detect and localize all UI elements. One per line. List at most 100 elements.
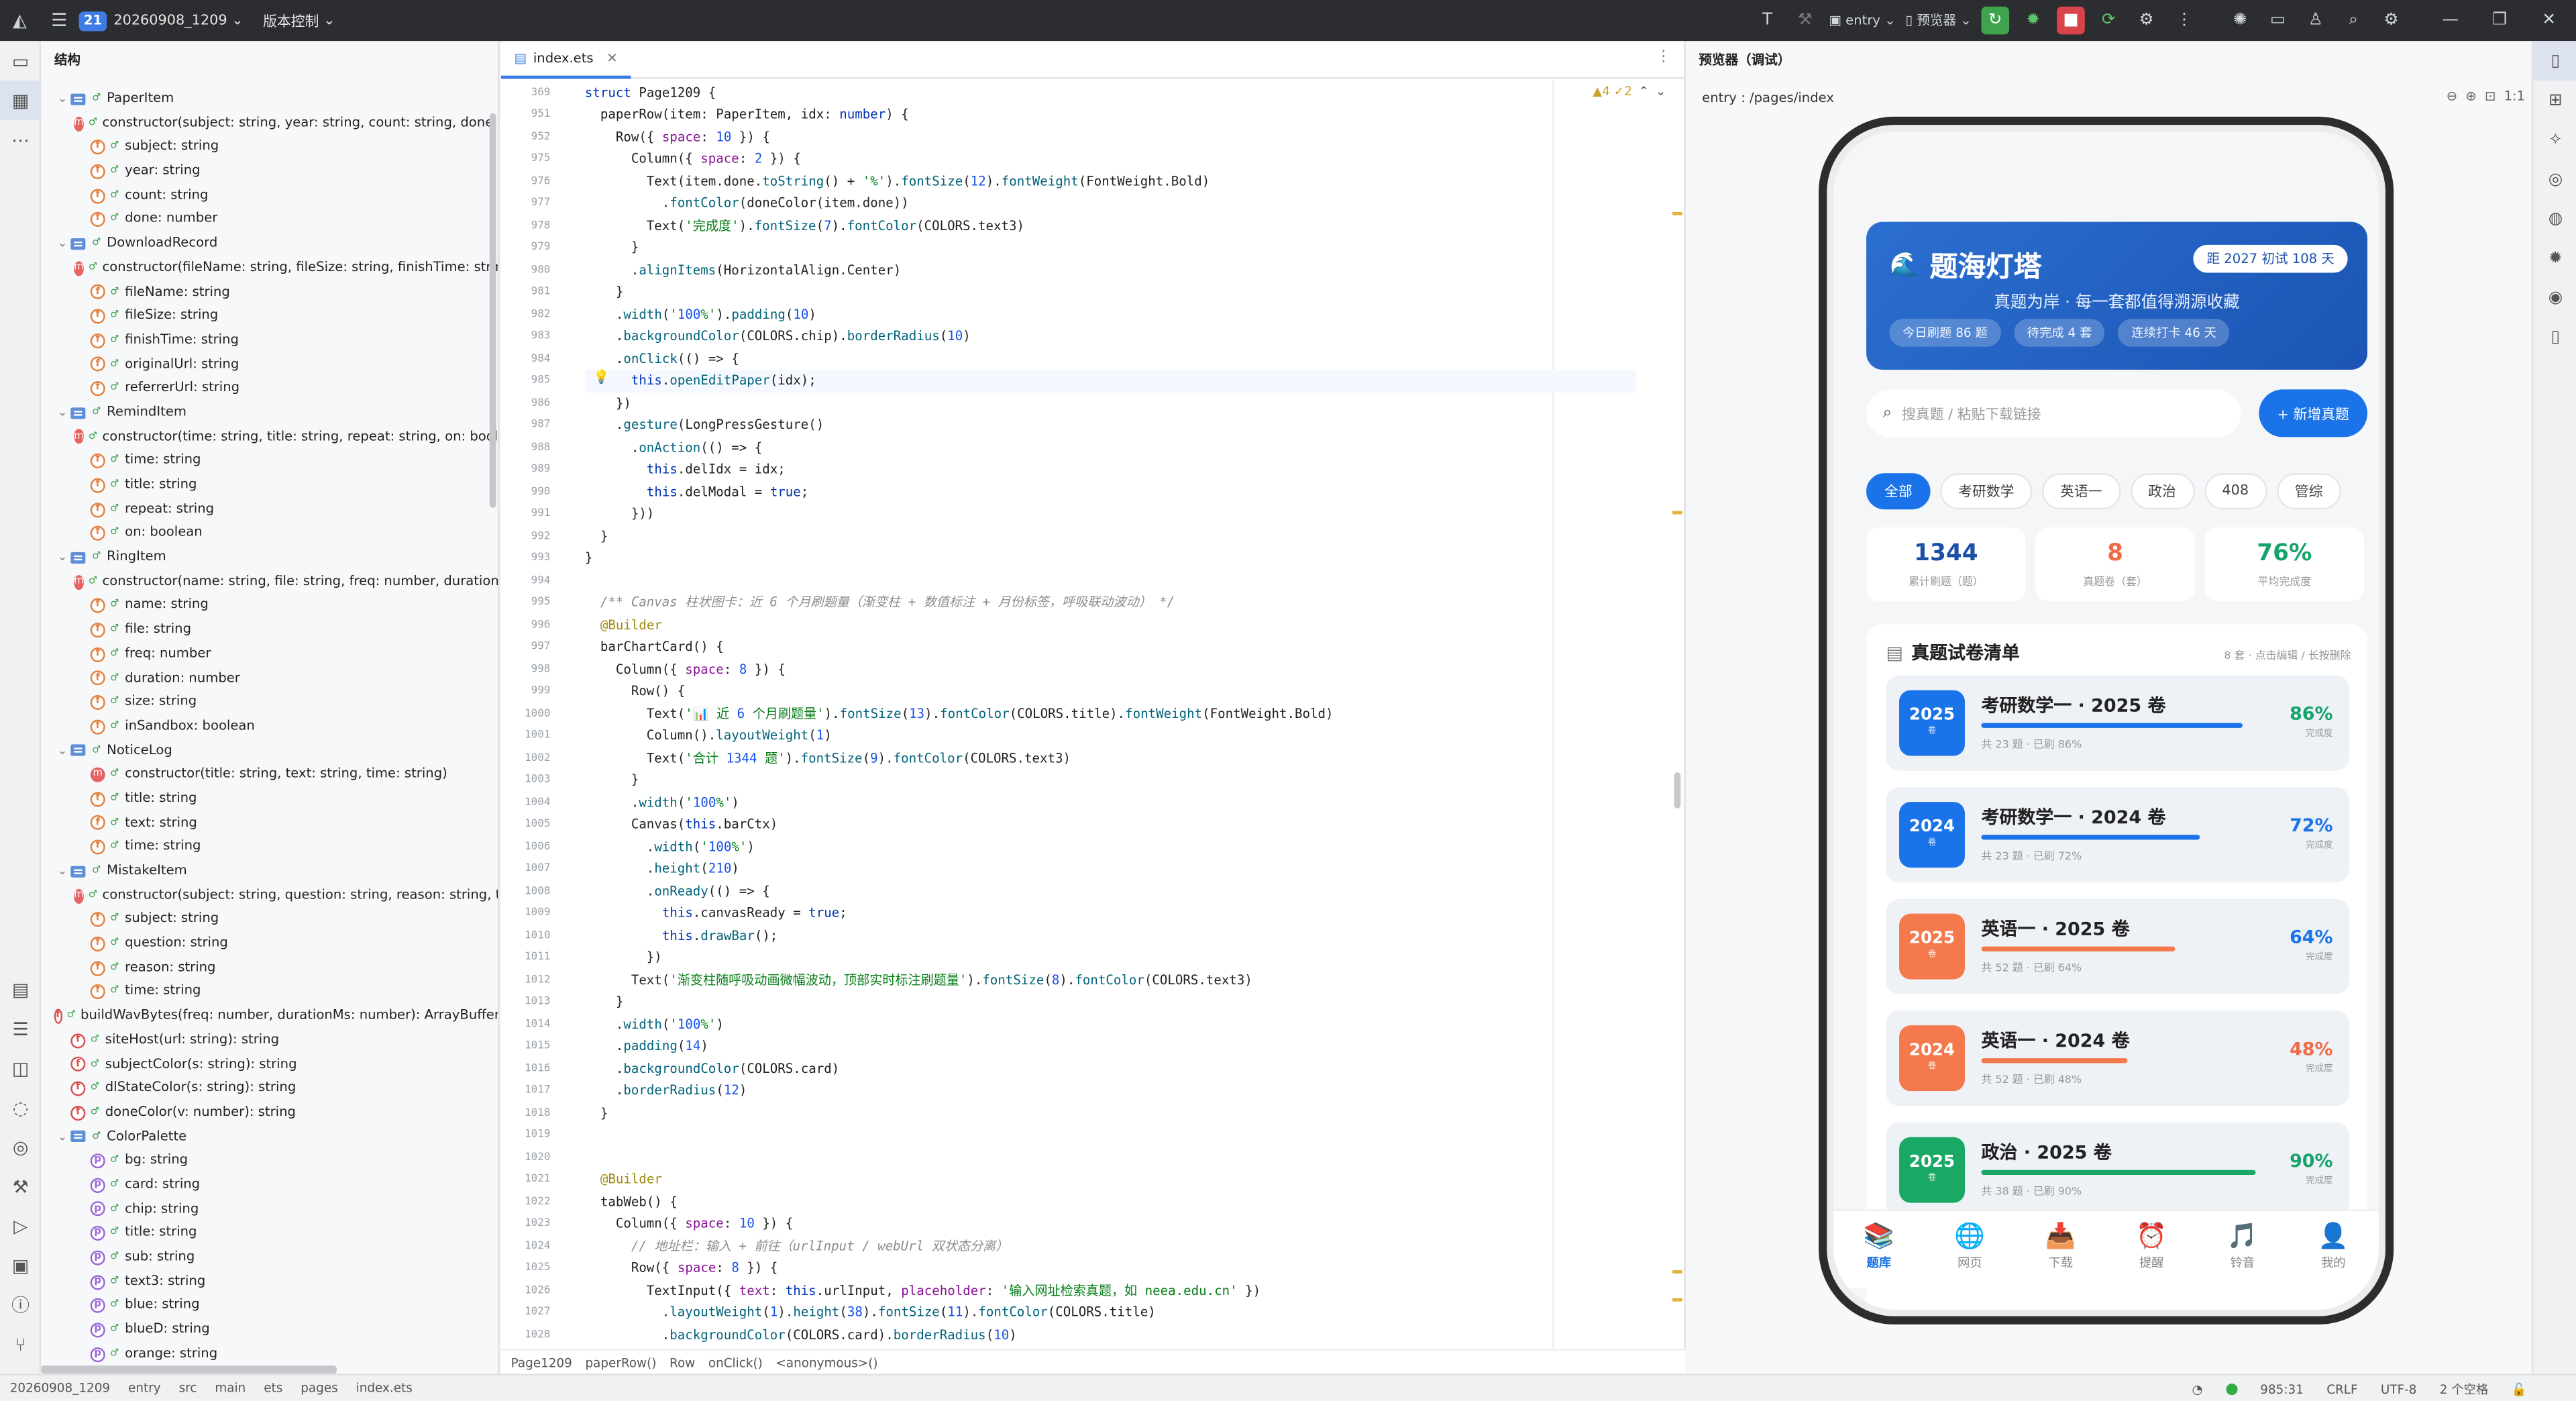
marker[interactable] bbox=[1672, 511, 1682, 514]
breadcrumb-item[interactable]: <anonymous>() bbox=[775, 1355, 877, 1369]
tree-row[interactable]: f ♂ inSandbox: boolean bbox=[41, 715, 498, 739]
phone-icon[interactable]: ▯ bbox=[2533, 317, 2576, 357]
paper-row[interactable]: 2025 卷考研数学一 · 2025 卷共 23 题 · 已刷 86% 86% 完成度 bbox=[1886, 675, 2350, 771]
intention-bulb-icon[interactable]: 💡 bbox=[593, 370, 609, 384]
tab-4[interactable]: 🎵 铃音 bbox=[2206, 1211, 2279, 1288]
code-line[interactable]: } bbox=[585, 237, 1636, 259]
tree-row[interactable]: m ♂ constructor(name: string, file: string… bbox=[41, 570, 498, 594]
tree-row[interactable]: p ♂ bg: string bbox=[41, 1149, 498, 1173]
tree-row[interactable]: f ♂ question: string bbox=[41, 932, 498, 956]
code-line[interactable]: .borderRadius(12) bbox=[585, 1080, 1636, 1102]
tree-row[interactable]: f ♂ title: string bbox=[41, 787, 498, 811]
code-line[interactable]: Column({ space: 10 }) { bbox=[585, 1212, 1636, 1235]
tree-row[interactable]: f ♂ count: string bbox=[41, 184, 498, 208]
code-line[interactable]: // 地址栏：输入 + 前往（urlInput / webUrl 双状态分离） bbox=[585, 1235, 1636, 1257]
tree-row[interactable]: ⌄ ♂ NoticeLog bbox=[41, 739, 498, 763]
code-line[interactable]: .height(210) bbox=[585, 858, 1636, 880]
editor-scrollbar[interactable] bbox=[1674, 772, 1681, 809]
plugin-icon[interactable]: ✺ bbox=[2226, 7, 2254, 35]
search-icon[interactable]: ⌕ bbox=[2339, 7, 2367, 35]
tree-row[interactable]: m ♂ constructor(subject: string, year: str… bbox=[41, 111, 498, 136]
more-tools-icon[interactable]: ⋯ bbox=[0, 120, 41, 160]
tree-row[interactable]: f ♂ title: string bbox=[41, 473, 498, 497]
paper-row[interactable]: 2024 卷考研数学一 · 2024 卷共 23 题 · 已刷 72% 72% 完成度 bbox=[1886, 787, 2350, 883]
tree-row[interactable]: f ♂ finishTime: string bbox=[41, 328, 498, 352]
run-button[interactable]: ↻ bbox=[1981, 6, 2010, 35]
code-line[interactable]: } bbox=[585, 769, 1636, 791]
code-line[interactable]: .padding(14) bbox=[585, 1035, 1636, 1057]
code-line[interactable]: .fontColor(doneColor(item.done)) bbox=[585, 193, 1636, 215]
stop-button[interactable]: ■ bbox=[2057, 6, 2085, 35]
breadcrumb-item[interactable]: paperRow() bbox=[585, 1355, 656, 1369]
breadcrumb-item[interactable]: onClick() bbox=[708, 1355, 763, 1369]
code-line[interactable]: Row({ space: 10 }) { bbox=[585, 125, 1636, 148]
tree-row[interactable]: f ♂ dlStateColor(s: string): string bbox=[41, 1077, 498, 1101]
tree-row[interactable]: ⌄ ♂ RemindItem bbox=[41, 401, 498, 425]
previewer-toggle-icon[interactable]: ▯ bbox=[2533, 41, 2576, 81]
magic-icon[interactable]: ✧ bbox=[2533, 120, 2576, 160]
code-line[interactable]: tabWeb() { bbox=[585, 1190, 1636, 1212]
code-line[interactable]: struct Page1209 { bbox=[585, 81, 1636, 103]
code-line[interactable]: .width('100%') bbox=[585, 791, 1636, 813]
file-encoding[interactable]: UTF-8 bbox=[2381, 1381, 2417, 1396]
restore-button[interactable]: ❐ bbox=[2485, 7, 2514, 35]
more-icon[interactable]: ⋮ bbox=[2170, 7, 2198, 35]
tree-row[interactable]: f ♂ siteHost(url: string): string bbox=[41, 1029, 498, 1053]
code-line[interactable]: barChartCard() { bbox=[585, 636, 1636, 658]
code-line[interactable]: .width('100%') bbox=[585, 1013, 1636, 1035]
expand-arrow-icon[interactable]: ⌄ bbox=[54, 401, 70, 425]
search-input[interactable]: ⌕ 搜真题 / 粘贴下载链接 bbox=[1866, 389, 2241, 437]
tree-row[interactable]: f ♂ on: boolean bbox=[41, 521, 498, 546]
code-line[interactable]: } bbox=[585, 991, 1636, 1013]
code-line[interactable]: Row({ space: 8 }) { bbox=[585, 1257, 1636, 1279]
path-crumb[interactable]: index.ets bbox=[356, 1380, 413, 1395]
signal-icon[interactable]: ◌ bbox=[0, 1088, 41, 1127]
code-line[interactable]: })) bbox=[585, 503, 1636, 525]
tree-row[interactable]: p ♂ chip: string bbox=[41, 1197, 498, 1221]
tree-row[interactable]: m ♂ constructor(title: string, text: strin… bbox=[41, 763, 498, 787]
line-separator[interactable]: CRLF bbox=[2326, 1381, 2357, 1396]
code-line[interactable]: Column({ space: 8 }) { bbox=[585, 658, 1636, 680]
structure-hscrollbar[interactable] bbox=[41, 1365, 337, 1374]
expand-arrow-icon[interactable]: ⌄ bbox=[54, 1125, 70, 1149]
tree-row[interactable]: p ♂ orange: string bbox=[41, 1342, 498, 1366]
tab-0[interactable]: 📚 题库 bbox=[1843, 1211, 1915, 1288]
path-crumb[interactable]: src bbox=[179, 1380, 197, 1395]
code-line[interactable]: .backgroundColor(COLORS.card).borderRadi… bbox=[585, 1324, 1636, 1346]
path-crumb[interactable]: ets bbox=[264, 1380, 282, 1395]
tab-3[interactable]: ⏰ 提醒 bbox=[2115, 1211, 2188, 1288]
tab-2[interactable]: 📥 下载 bbox=[2025, 1211, 2097, 1288]
filter-chip[interactable]: 英语一 bbox=[2042, 473, 2121, 510]
expand-arrow-icon[interactable]: ⌄ bbox=[54, 860, 70, 884]
expand-arrow-icon[interactable]: ⌄ bbox=[54, 739, 70, 763]
code-line[interactable]: this.canvasReady = true; bbox=[585, 902, 1636, 925]
breadcrumb-item[interactable]: Row bbox=[669, 1355, 695, 1369]
tree-row[interactable]: f ♂ reason: string bbox=[41, 956, 498, 980]
tree-row[interactable]: f ♂ year: string bbox=[41, 160, 498, 184]
project-view-icon[interactable]: ▭ bbox=[0, 41, 41, 81]
code-line[interactable]: Row() { bbox=[585, 680, 1636, 703]
tree-row[interactable]: f ♂ subjectColor(s: string): string bbox=[41, 1053, 498, 1077]
todo-icon[interactable]: ▤ bbox=[0, 970, 41, 1009]
expand-arrow-icon[interactable]: ⌄ bbox=[54, 87, 70, 111]
hammer-icon[interactable]: ⚒ bbox=[1791, 7, 1819, 35]
tree-row[interactable]: f ♂ text: string bbox=[41, 811, 498, 835]
code-line[interactable]: } bbox=[585, 281, 1636, 303]
tree-row[interactable]: p ♂ text3: string bbox=[41, 1269, 498, 1294]
tree-row[interactable]: f ♂ size: string bbox=[41, 690, 498, 715]
code-line[interactable]: .backgroundColor(COLORS.chip).borderRadi… bbox=[585, 325, 1636, 348]
path-crumb[interactable]: main bbox=[215, 1380, 246, 1395]
code-line[interactable]: this.drawBar(); bbox=[585, 925, 1636, 947]
tab-index-ets[interactable]: ▤ index.ets ✕ bbox=[500, 40, 631, 79]
tree-row[interactable]: f ♂ originalUrl: string bbox=[41, 352, 498, 376]
zoom-in-icon[interactable]: ⊕ bbox=[2465, 89, 2476, 103]
code-line[interactable]: paperRow(item: PaperItem, idx: number) { bbox=[585, 103, 1636, 125]
add-paper-button[interactable]: + 新增真题 bbox=[2259, 389, 2368, 437]
code-line[interactable]: }) bbox=[585, 392, 1636, 414]
code-line[interactable]: Column({ space: 2 }) { bbox=[585, 148, 1636, 170]
filter-chip[interactable]: 408 bbox=[2204, 473, 2267, 510]
filter-chip[interactable]: 管综 bbox=[2276, 473, 2341, 510]
tab-1[interactable]: 🌐 网页 bbox=[1933, 1211, 2006, 1288]
inspector-icon[interactable]: ◎ bbox=[2533, 160, 2576, 199]
tree-row[interactable]: f ♂ subject: string bbox=[41, 908, 498, 932]
